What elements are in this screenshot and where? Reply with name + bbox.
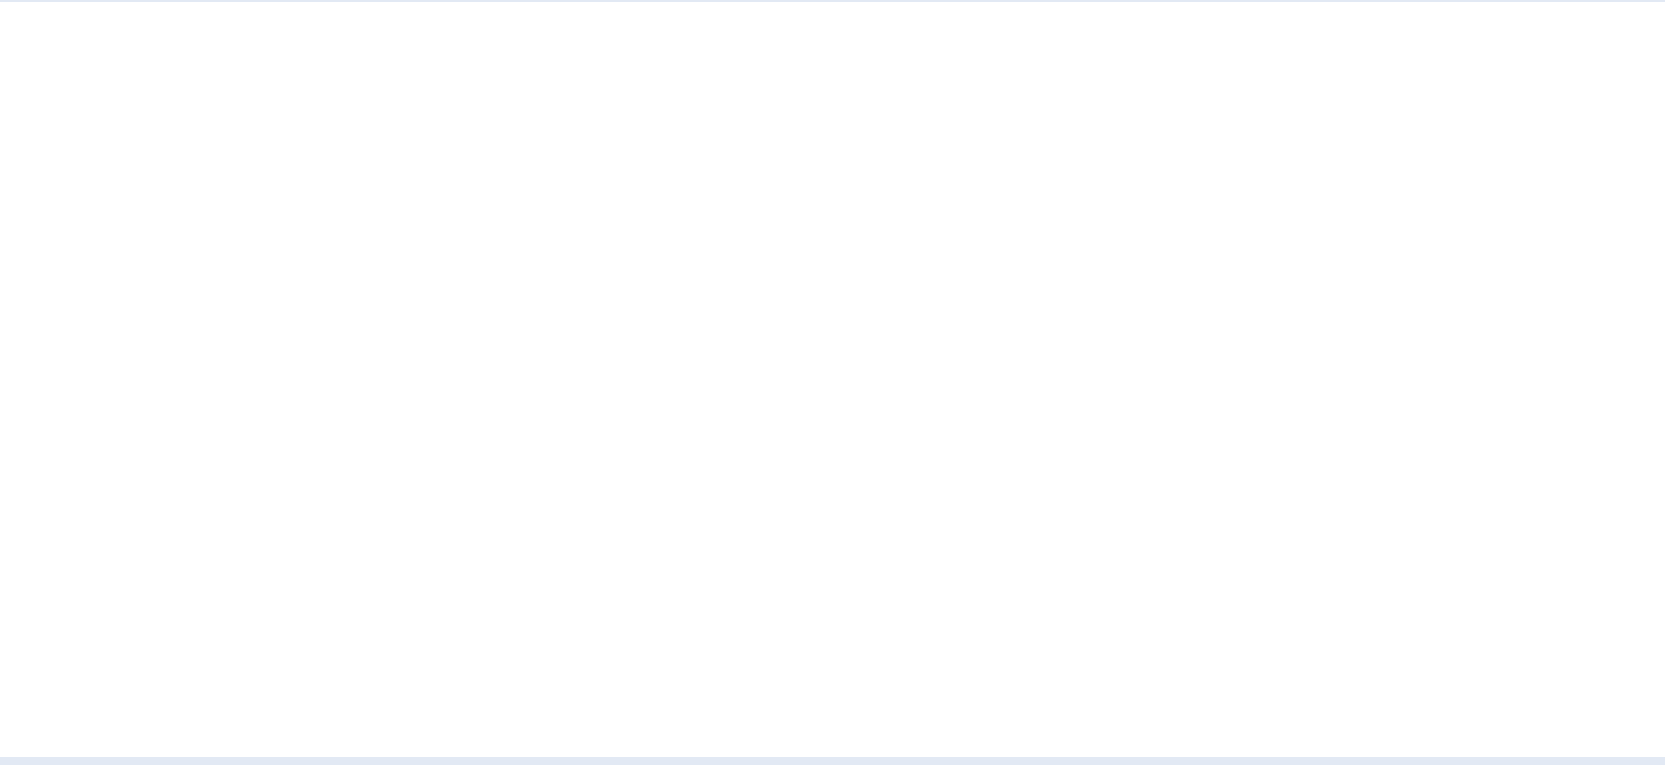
symbol-ohlc-readout — [7, 7, 12, 19]
bottom-window-edge — [0, 757, 1665, 765]
chart-canvas — [0, 0, 1665, 765]
mt4-chart-window — [0, 0, 1665, 765]
